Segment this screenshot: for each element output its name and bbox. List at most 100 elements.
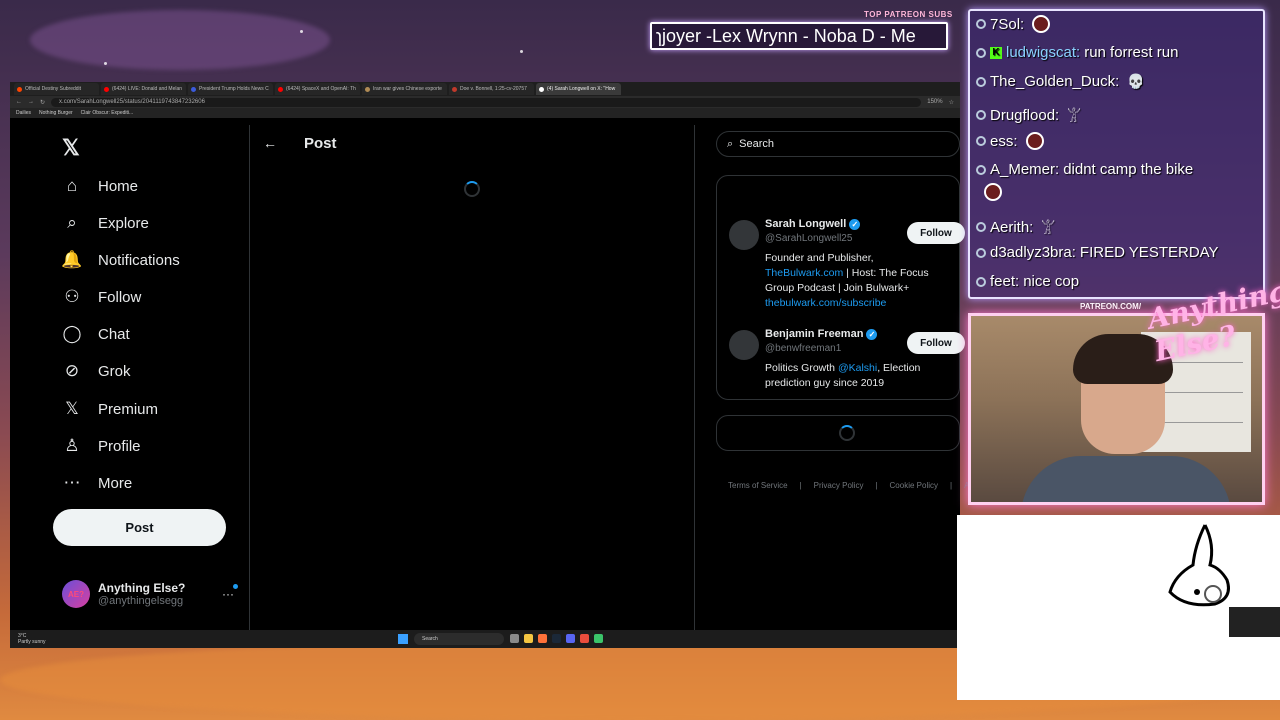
chat-emote-icon: 𓀠 bbox=[1041, 221, 1055, 237]
nav-item-notifications[interactable]: 🔔 Notifications bbox=[61, 247, 179, 273]
browser-tab[interactable]: (4) Sarah Longwell on X: "How bbox=[536, 83, 621, 95]
footer-separator: | bbox=[950, 481, 953, 490]
account-handle: @anythingelsegg bbox=[98, 595, 184, 607]
file-explorer-icon[interactable] bbox=[524, 634, 533, 643]
chat-username: The_Golden_Duck: bbox=[990, 73, 1120, 90]
chat-badge-icon bbox=[976, 47, 986, 58]
zoom-level[interactable]: 150% bbox=[927, 99, 942, 105]
avatar[interactable] bbox=[729, 330, 759, 360]
browser-tab[interactable]: (6424) SpaceX and OpenAI: Th bbox=[275, 83, 360, 95]
forward-nav-icon[interactable]: → bbox=[28, 99, 34, 105]
suggestion-name[interactable]: Benjamin Freeman bbox=[765, 328, 863, 340]
verified-badge-icon: ✓ bbox=[849, 218, 861, 230]
chat-icon: ◯ bbox=[62, 324, 82, 343]
chat-emote-icon: 𓀠 bbox=[1067, 109, 1081, 125]
doodle-drawing bbox=[1168, 524, 1230, 607]
nav-item-follow[interactable]: ⚇ Follow bbox=[62, 284, 141, 310]
tab-label: Doe v. Bonnell, 1:25-cv-20757 bbox=[460, 86, 527, 92]
chat-emote-icon bbox=[984, 183, 1002, 201]
verified-badge-icon: ✓ bbox=[866, 328, 878, 340]
steam-icon[interactable] bbox=[552, 634, 561, 643]
chat-badge-icon bbox=[976, 164, 986, 175]
taskbar-search[interactable]: Search bbox=[414, 633, 504, 645]
nav-item-chat[interactable]: ◯ Chat bbox=[62, 321, 129, 347]
bell-icon: 🔔 bbox=[61, 250, 83, 269]
bookmark-star-icon[interactable]: ☆ bbox=[949, 99, 954, 106]
chat-username: Aerith: bbox=[990, 218, 1034, 236]
suggestion-handle[interactable]: @benwfreeman1 bbox=[765, 343, 841, 354]
main-column: ← Post bbox=[251, 125, 695, 648]
nav-item-premium[interactable]: 𝕏 Premium bbox=[62, 396, 158, 422]
post-button[interactable]: Post bbox=[53, 509, 226, 546]
nav-item-grok[interactable]: ⊘ Grok bbox=[62, 358, 131, 384]
browser-tab[interactable]: Doe v. Bonnell, 1:25-cv-20757 bbox=[449, 83, 534, 95]
bio-link[interactable]: thebulwark.com/subscribe bbox=[765, 297, 886, 309]
url-field[interactable]: x.com/SarahLongwell25/status/20411197438… bbox=[51, 97, 922, 107]
avatar[interactable] bbox=[729, 220, 759, 250]
suggestion-bio: Politics Growth @Kalshi, Election predic… bbox=[765, 361, 947, 391]
nav-item-more[interactable]: ⋯ More bbox=[62, 470, 133, 496]
follow-button[interactable]: Follow bbox=[907, 332, 965, 354]
browser-tab[interactable]: (6424) LIVE: Donald and Melan bbox=[101, 83, 186, 95]
chat-message: Aerith: 𓀠 bbox=[976, 215, 1055, 239]
footer-separator: | bbox=[875, 481, 878, 490]
search-input[interactable]: ⌕ Search bbox=[716, 131, 960, 157]
follow-button[interactable]: Follow bbox=[907, 222, 965, 244]
footer-link[interactable]: Cookie Policy bbox=[890, 481, 938, 490]
footer-separator: | bbox=[799, 481, 802, 490]
kick-badge-icon: K bbox=[990, 46, 1002, 59]
nav-item-explore[interactable]: ⌕ Explore bbox=[62, 210, 149, 236]
search-icon: ⌕ bbox=[67, 213, 77, 232]
tab-favicon-icon bbox=[17, 86, 22, 92]
chat-username: d3adlyz3bra: bbox=[990, 244, 1076, 261]
chat-badge-icon bbox=[976, 222, 986, 232]
footer-links: Terms of Service | Privacy Policy | Cookie P… bbox=[728, 477, 1184, 495]
tab-favicon-icon bbox=[278, 86, 283, 92]
bookmark-item[interactable]: Clair Obscur: Expediti... bbox=[81, 110, 134, 116]
footer-link[interactable]: Terms of Service bbox=[728, 481, 788, 490]
chat-username: ludwigscat: bbox=[1006, 44, 1081, 61]
task-view-icon[interactable] bbox=[510, 634, 519, 643]
bio-link[interactable]: TheBulwark.com bbox=[765, 267, 843, 279]
chat-badge-icon bbox=[976, 19, 986, 29]
browser-tab[interactable]: Official Destiny Subreddit bbox=[14, 83, 99, 95]
chat-username: feet: bbox=[990, 273, 1020, 290]
discord-icon[interactable] bbox=[566, 634, 575, 643]
bookmark-item[interactable]: Nothing Burger bbox=[39, 110, 73, 116]
bookmarks-bar: Dailies Nothing Burger Clair Obscur: Exp… bbox=[10, 108, 960, 118]
patreon-subs-ticker: ɿjoyer -Lex Wrynn - Noba D - Me bbox=[650, 22, 948, 50]
x-logo-icon[interactable]: 𝕏 bbox=[62, 135, 80, 161]
browser-tab[interactable]: President Trump Holds News C bbox=[188, 83, 273, 95]
account-switcher[interactable]: AE? Anything Else? @anythingelsegg bbox=[62, 580, 185, 608]
back-nav-icon[interactable]: ← bbox=[16, 99, 22, 105]
windows-start-icon[interactable] bbox=[398, 634, 408, 644]
bookmark-item[interactable]: Dailies bbox=[16, 110, 31, 116]
browser-tab[interactable]: Iran war gives Chinese exporte bbox=[362, 83, 447, 95]
nav-label: Premium bbox=[98, 400, 159, 418]
firefox-icon[interactable] bbox=[538, 634, 547, 643]
suggestion-name[interactable]: Sarah Longwell bbox=[765, 218, 846, 230]
trending-panel bbox=[716, 415, 960, 451]
nav-item-profile[interactable]: ♙ Profile bbox=[62, 433, 140, 459]
tab-favicon-icon bbox=[539, 86, 544, 92]
app-icon[interactable] bbox=[580, 634, 589, 643]
suggestion-handle[interactable]: @SarahLongwell25 bbox=[765, 233, 852, 244]
tab-label: President Trump Holds News C bbox=[199, 86, 269, 92]
footer-link[interactable]: Privacy Policy bbox=[814, 481, 864, 490]
person-add-icon: ⚇ bbox=[64, 287, 80, 306]
chat-text: nice cop bbox=[1023, 273, 1080, 290]
patreon-subs-label: TOP PATREON SUBS bbox=[864, 10, 953, 19]
weather-widget[interactable]: 3°C Partly sunny bbox=[18, 633, 46, 645]
chat-message: The_Golden_Duck: 💀 bbox=[976, 73, 1145, 90]
tab-favicon-icon bbox=[452, 86, 457, 92]
chrome-icon[interactable] bbox=[594, 634, 603, 643]
chat-username: 7Sol: bbox=[990, 15, 1025, 33]
more-dots-icon[interactable]: ··· bbox=[222, 587, 234, 601]
grok-icon: ⊘ bbox=[64, 361, 80, 380]
nav-item-home[interactable]: ⌂ Home bbox=[62, 173, 138, 199]
back-arrow-icon[interactable]: ← bbox=[263, 135, 277, 151]
bio-link[interactable]: @Kalshi bbox=[838, 362, 877, 374]
home-icon: ⌂ bbox=[66, 176, 78, 195]
bio-text: Founder and Publisher, bbox=[765, 252, 874, 264]
reload-icon[interactable]: ↻ bbox=[40, 99, 45, 106]
